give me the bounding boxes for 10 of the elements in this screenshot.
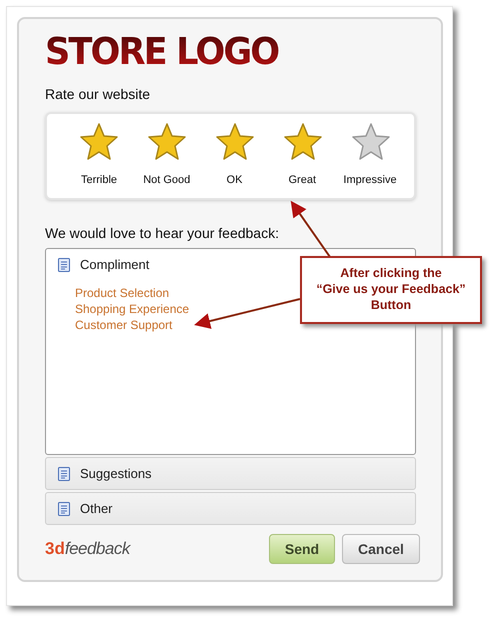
- rating-label: OK: [226, 174, 242, 186]
- rating-label: Great: [288, 174, 316, 186]
- rating-label: Not Good: [143, 174, 190, 186]
- rating-prompt: Rate our website: [45, 86, 152, 102]
- brand-name: feedback: [64, 539, 130, 559]
- brand-mark: 3d: [45, 539, 65, 559]
- rating-label: Terrible: [80, 174, 118, 186]
- rating-label: Impressive: [343, 174, 397, 186]
- callout-tooltip: After clicking the “Give us your Feedback” Button: [300, 256, 482, 324]
- feedback-prompt: We would love to hear your feedback:: [45, 225, 280, 241]
